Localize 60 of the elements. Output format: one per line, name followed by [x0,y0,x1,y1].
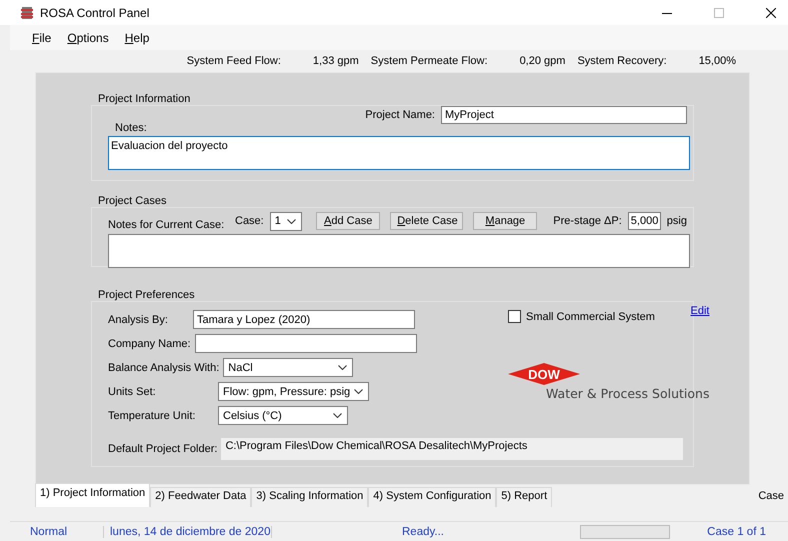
tab[interactable]: 4) System Configuration [368,487,496,507]
text-field[interactable]: Tamara y Lopez (2020) [193,310,415,329]
prestage-field[interactable]: 5,000 [628,212,661,230]
project-name-field[interactable]: MyProject [441,106,687,124]
summary-label: System Recovery: [577,55,667,67]
action-button[interactable]: Add Case [316,212,380,230]
action-button[interactable]: Manage [473,212,538,230]
field-label: Pre-stage ΔP: [553,215,622,227]
field-label: Project Name: [365,109,435,121]
field-label: Notes: [114,122,148,134]
chevron-icon [354,389,364,394]
chevron-icon [338,365,348,370]
logo-tagline: Water & Process Solutions [546,386,710,401]
field-label: Units Set: [108,386,157,398]
menu-item[interactable]: Help [124,30,150,44]
summary-label: System Permeate Flow: [370,55,488,67]
status-date: lunes, 14 de diciembre de 2020 [104,526,272,538]
summary-value: 15,00% [698,55,736,67]
case-dropdown[interactable]: 1 [270,212,302,230]
action-button[interactable]: Delete Case [390,212,464,230]
checkbox-label: Small Commercial System [526,310,655,322]
field-label: Default Project Folder: [108,443,218,455]
group-title: Project Cases [97,195,168,207]
tab[interactable]: 2) Feedwater Data [150,487,252,507]
field-label: Notes for Current Case: [108,219,226,231]
text-field[interactable] [194,334,417,353]
status-mode: Normal [10,526,104,538]
field-label: Balance Analysis With: [108,362,220,374]
group-title: Project Information [97,93,192,105]
field-label: Company Name: [108,338,192,350]
field-label: Analysis By: [108,314,169,326]
menu-item[interactable]: File [32,30,52,44]
brand-logo: DOW [508,363,580,385]
app-icon [20,6,34,20]
status-message: Ready... [401,526,445,538]
tab[interactable]: 5) Report [496,487,552,507]
field-label: Temperature Unit: [108,410,196,422]
group-title: Project Preferences [97,289,196,301]
summary-label: System Feed Flow: [186,55,281,67]
dropdown[interactable]: Flow: gpm, Pressure: psig [218,382,370,401]
unit-label: psig [666,215,687,227]
dropdown[interactable]: NaCl [223,358,354,377]
tab[interactable]: 1) Project Information [35,483,150,507]
menu-item[interactable]: Options [67,30,109,44]
case-notes-field[interactable] [108,234,690,268]
folder-field: C:\Program Files\Dow Chemical\ROSA Desalitech\MyProjects [221,438,684,460]
field-label: Case: [235,215,264,227]
status-case: Case 1 of 1 [706,526,767,538]
edit-link[interactable]: Edit [690,304,710,316]
chevron-icon [287,218,296,224]
case-caption: Case [758,490,784,502]
tab[interactable]: 3) Scaling Information [251,487,368,507]
notes-field[interactable]: Evaluacion del proyecto [108,136,690,170]
summary-value: 1,33 gpm [312,55,359,67]
close-icon[interactable] [766,8,776,18]
dropdown[interactable]: Celsius (°C) [218,406,348,425]
window-title: ROSA Control Panel [40,6,150,20]
chevron-icon [333,413,342,418]
checkbox[interactable] [508,310,521,323]
summary-value: 0,20 gpm [520,55,566,67]
